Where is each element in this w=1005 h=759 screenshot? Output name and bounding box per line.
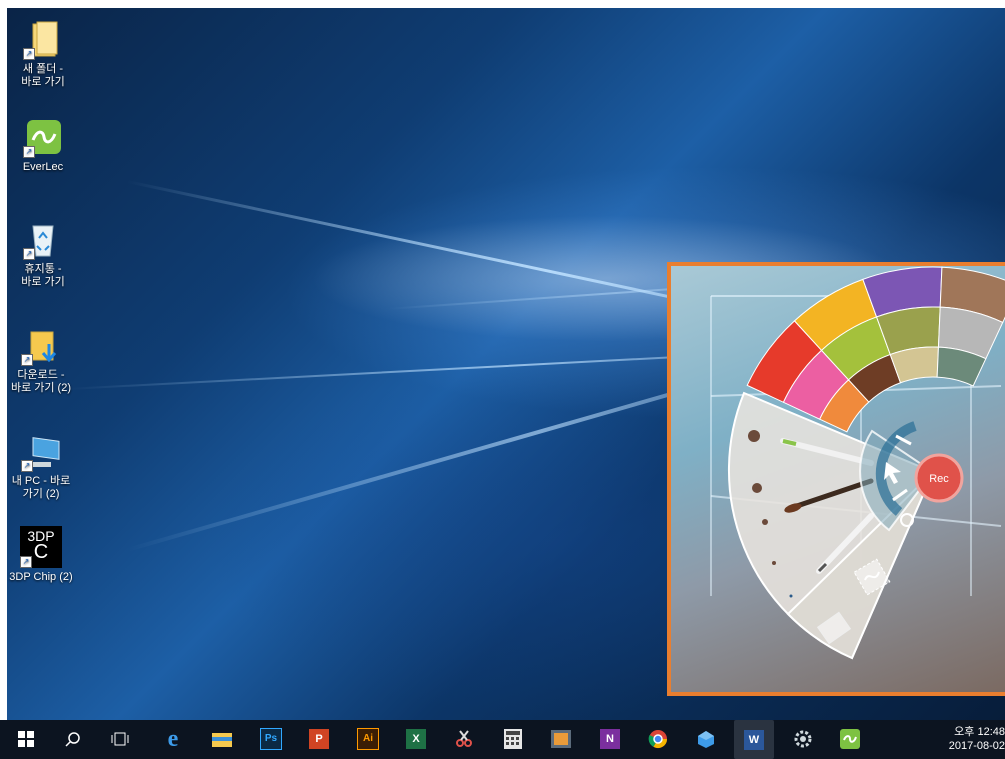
windows-logo-icon <box>18 731 34 747</box>
powerpoint-icon: P <box>309 729 329 749</box>
shortcut-arrow-icon: ↗ <box>23 248 35 260</box>
shortcut-arrow-icon: ↗ <box>23 48 35 60</box>
everlec-app[interactable] <box>838 727 862 751</box>
3d-builder-app[interactable] <box>694 727 718 751</box>
brush-size-xsmall[interactable] <box>772 561 776 565</box>
chrome-app[interactable] <box>646 727 670 751</box>
taskbar: e Ps P Ai X N W 오후 12:48 2017-08-02 <box>0 720 1005 759</box>
search-icon <box>65 732 80 747</box>
settings-icon <box>794 730 812 748</box>
brush-size-small[interactable] <box>762 519 768 525</box>
everlec-palette-overlay: Rec <box>667 262 1005 696</box>
edge-app[interactable]: e <box>161 725 185 752</box>
media-icon <box>551 730 571 748</box>
record-button-label: Rec <box>929 473 949 485</box>
desktop-icon-label: 내 PC - 바로 가기 (2) <box>11 475 71 500</box>
settings-app[interactable] <box>791 727 815 751</box>
desktop-icon-label: EverLec <box>22 161 64 173</box>
everlec-icon <box>840 729 860 749</box>
photoshop-app[interactable]: Ps <box>259 727 283 751</box>
chrome-icon <box>648 730 667 749</box>
search-button[interactable] <box>61 727 85 751</box>
everlec-palette: Rec <box>710 266 1005 660</box>
illustrator-icon: Ai <box>357 728 379 750</box>
file-explorer-app[interactable] <box>210 727 234 751</box>
task-view-button[interactable] <box>108 727 132 751</box>
word-icon: W <box>744 729 764 750</box>
shortcut-arrow-icon: ↗ <box>21 460 33 472</box>
powerpoint-app[interactable]: P <box>307 727 331 751</box>
edge-icon: e <box>167 725 179 752</box>
shortcut-arrow-icon: ↗ <box>21 354 33 366</box>
3d-builder-icon <box>698 731 714 748</box>
file-explorer-icon <box>212 733 232 747</box>
shortcut-arrow-icon: ↗ <box>23 146 35 158</box>
illustrator-app[interactable]: Ai <box>356 727 380 751</box>
desktop-icon-label: 다운로드 - 바로 가기 (2) <box>10 369 72 394</box>
desktop-icon-this-pc[interactable]: ↗ 내 PC - 바로 가기 (2) <box>7 432 75 501</box>
desktop-icon-3dp-chip[interactable]: 3DP C ↗ 3DP Chip (2) <box>7 526 75 584</box>
brush-size-medium[interactable] <box>752 483 762 493</box>
desktop-icon-downloads[interactable]: ↗ 다운로드 - 바로 가기 (2) <box>7 326 75 395</box>
task-view-icon <box>111 732 129 746</box>
desktop-icon-everlec[interactable]: ↗ EverLec <box>9 118 77 174</box>
word-app[interactable]: W <box>734 720 774 759</box>
snipping-tool-app[interactable] <box>452 727 476 751</box>
shortcut-arrow-icon: ↗ <box>20 556 32 568</box>
desktop-icon-new-folder[interactable]: ↗ 새 폴더 - 바로 가기 <box>9 20 77 89</box>
clock-time: 오후 12:48 <box>954 726 1005 738</box>
onenote-app[interactable]: N <box>598 727 622 751</box>
start-button[interactable] <box>14 727 38 751</box>
desktop-icon-label: 휴지통 - 바로 가기 <box>21 263 65 288</box>
system-clock[interactable]: 오후 12:48 2017-08-02 <box>935 725 1005 753</box>
brush-size-tiny[interactable] <box>789 594 793 598</box>
onenote-icon: N <box>600 729 620 749</box>
desktop-icon-label: 새 폴더 - 바로 가기 <box>21 63 65 88</box>
media-app[interactable] <box>549 727 573 751</box>
clock-date: 2017-08-02 <box>948 740 1005 752</box>
desktop-icon-recycle-bin[interactable]: ↗ 휴지통 - 바로 가기 <box>9 220 77 289</box>
desktop-icon-label: 3DP Chip (2) <box>9 571 73 583</box>
color-wedges <box>746 266 1005 433</box>
calculator-app[interactable] <box>501 727 525 751</box>
brush-size-large[interactable] <box>748 430 760 442</box>
snipping-tool-icon <box>456 730 472 747</box>
calculator-icon <box>504 729 522 749</box>
photoshop-icon: Ps <box>260 728 282 750</box>
excel-icon: X <box>406 729 426 749</box>
excel-app[interactable]: X <box>404 727 428 751</box>
